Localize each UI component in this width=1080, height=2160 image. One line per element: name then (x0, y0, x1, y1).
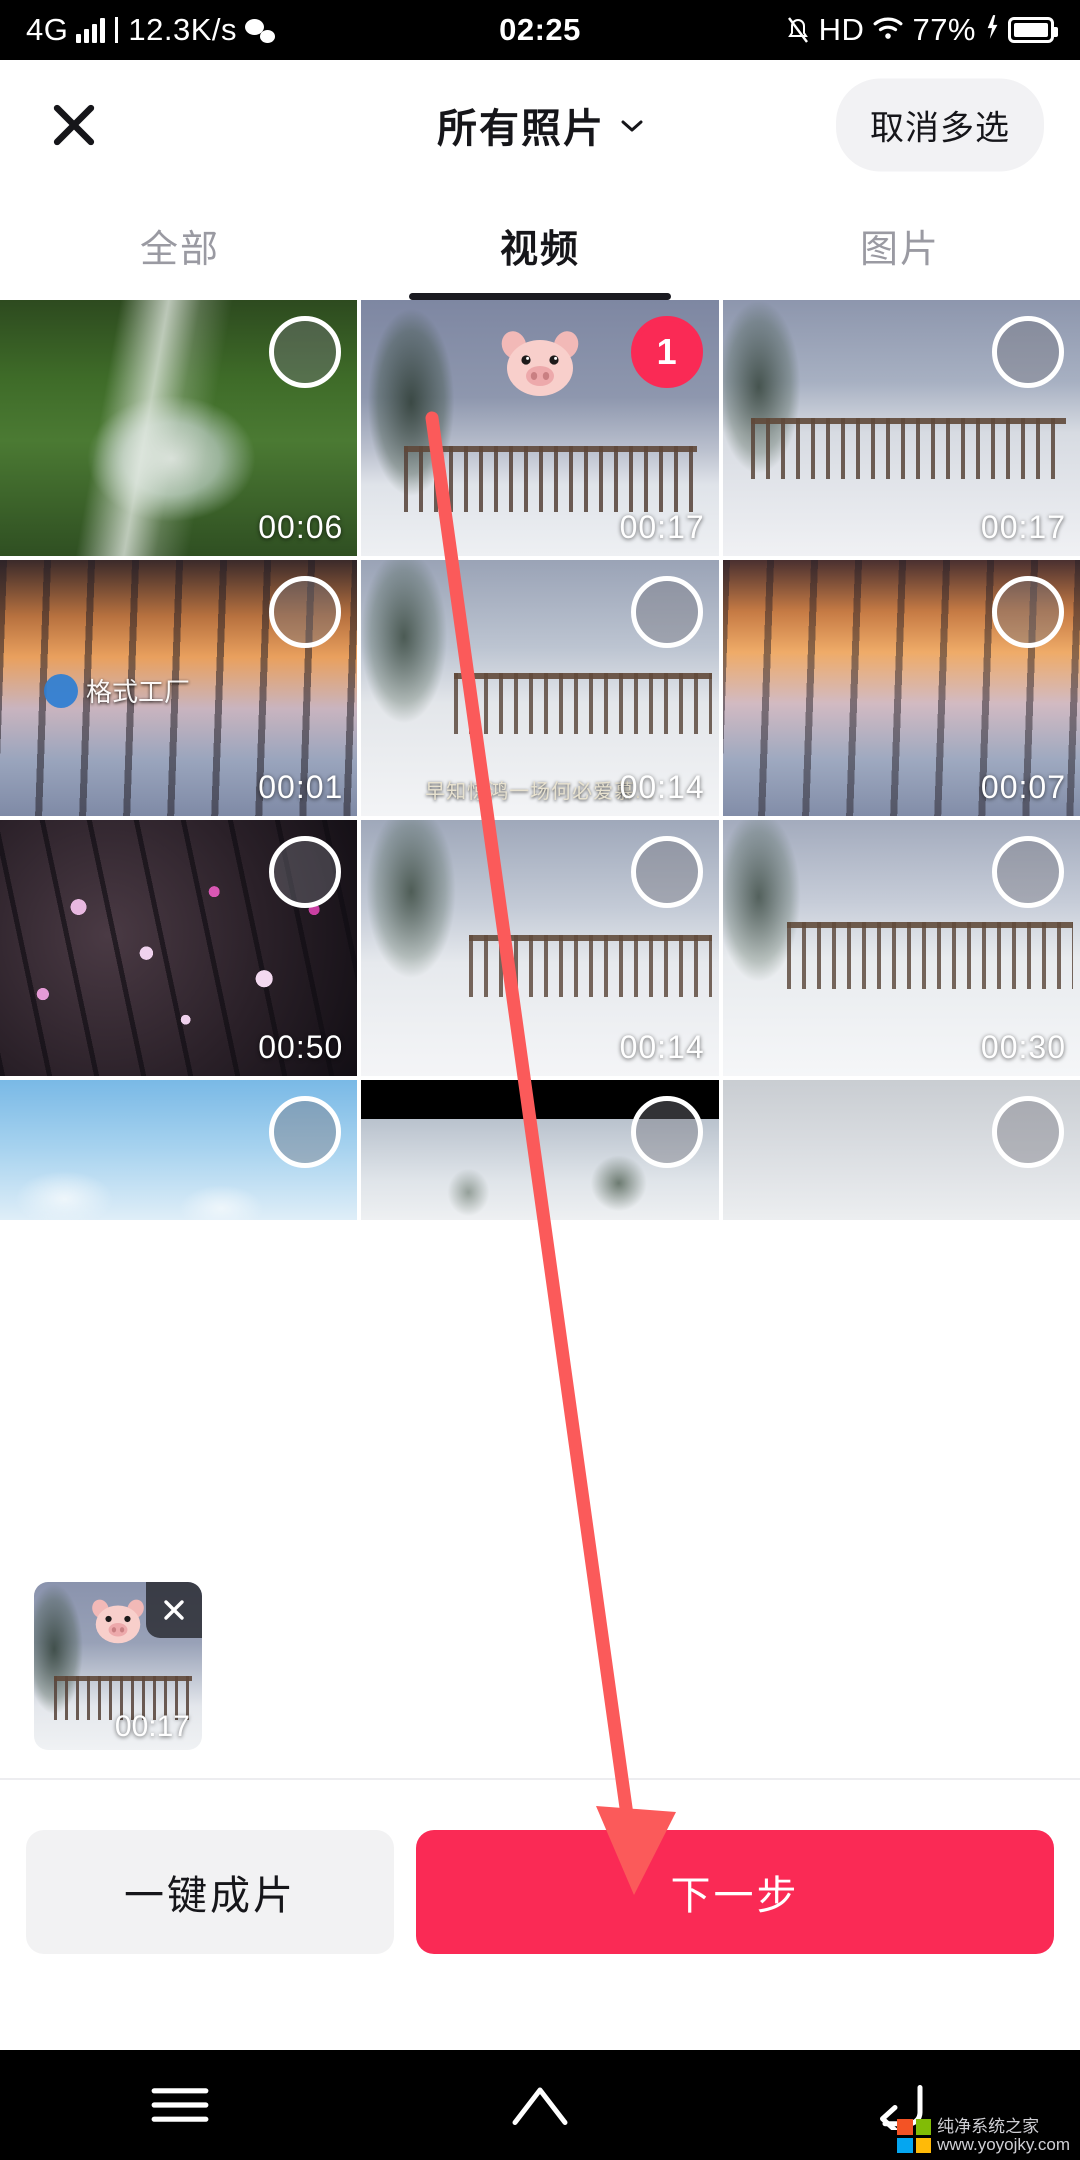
charging-icon (985, 12, 999, 48)
cancel-multiselect-button[interactable]: 取消多选 (836, 78, 1044, 172)
select-circle[interactable] (992, 1096, 1064, 1168)
signal-divider (115, 17, 119, 43)
table-row[interactable]: 00:06 (0, 300, 358, 556)
watermark-text: 纯净系统之家 www.yoyojky.com (937, 2118, 1070, 2154)
format-factory-watermark: 格式工厂 (44, 672, 190, 709)
table-row[interactable]: 早知惊鸿一场何必爱慕... 00:14 (361, 560, 719, 816)
duration-label: 00:50 (258, 1029, 344, 1065)
media-grid: 00:06 1 00:17 00:17 格式工厂 00:01 早知惊鸿一场何必爱… (0, 300, 1080, 1220)
remove-selection-icon[interactable] (146, 1582, 202, 1638)
tray-divider (0, 1778, 1080, 1780)
bridge-railing (454, 672, 712, 735)
duration-label: 00:14 (619, 769, 705, 805)
page-title: 所有照片 (437, 107, 605, 151)
duration-label: 00:01 (258, 769, 344, 805)
selected-tray: 00:17 (0, 1560, 1080, 1780)
format-factory-icon (44, 673, 78, 708)
pig-emoji-icon (497, 326, 583, 400)
hd-label: HD (818, 12, 865, 47)
menu-icon[interactable] (142, 2067, 218, 2143)
site-watermark: 纯净系统之家 www.yoyojky.com (897, 2118, 1070, 2154)
wechat-icon (244, 17, 275, 43)
signal-bars-icon (76, 17, 106, 43)
select-circle[interactable] (630, 836, 703, 908)
duration-label: 00:17 (619, 509, 705, 545)
next-step-button[interactable]: 下一步 (416, 1830, 1054, 1954)
phone-screen: 4G 12.3K/s 02:25 HD 77% 所有照片 取消多选 全部 视频 … (0, 0, 1080, 2160)
network-type-label: 4G (26, 12, 69, 47)
duration-label: 00:14 (619, 1029, 705, 1065)
home-icon[interactable] (502, 2067, 578, 2143)
table-row[interactable]: 1 00:17 (361, 300, 719, 556)
duration-label: 00:17 (114, 1710, 190, 1743)
tab-image[interactable]: 图片 (720, 190, 1080, 300)
bridge-railing (404, 445, 698, 513)
table-row[interactable]: 00:14 (361, 820, 719, 1076)
chevron-down-icon (621, 119, 643, 132)
select-circle[interactable] (269, 316, 342, 388)
select-circle[interactable] (269, 836, 342, 908)
mute-icon (786, 16, 810, 44)
windows-logo-icon (897, 2119, 932, 2154)
bridge-railing (468, 935, 712, 997)
select-circle[interactable] (630, 1096, 703, 1168)
table-row[interactable] (361, 1080, 719, 1220)
watermark-line1: 纯净系统之家 (937, 2117, 1040, 2137)
sheet-header: 所有照片 取消多选 (0, 60, 1080, 190)
picker-sheet: 所有照片 取消多选 全部 视频 图片 00:06 1 00:17 00:17 格… (0, 60, 1080, 2070)
select-circle[interactable] (992, 316, 1064, 388)
select-circle[interactable] (269, 576, 342, 648)
bridge-railing (751, 417, 1066, 480)
table-row[interactable]: 格式工厂 00:01 (0, 560, 358, 816)
duration-label: 00:07 (980, 769, 1066, 805)
status-bar: 4G 12.3K/s 02:25 HD 77% (0, 0, 1080, 60)
bridge-railing (786, 922, 1073, 989)
table-row[interactable]: 00:50 (0, 820, 358, 1076)
duration-label: 00:06 (258, 509, 344, 545)
status-left: 4G 12.3K/s (26, 12, 275, 48)
duration-label: 00:17 (980, 509, 1066, 545)
table-row[interactable] (0, 1080, 358, 1220)
watermark-label: 格式工厂 (86, 677, 191, 707)
table-row[interactable]: 00:17 (722, 300, 1080, 556)
tab-video[interactable]: 视频 (360, 190, 720, 300)
wifi-icon (873, 12, 903, 48)
select-circle[interactable] (630, 576, 703, 648)
watermark-line2: www.yoyojky.com (937, 2135, 1070, 2155)
network-speed-label: 12.3K/s (128, 12, 237, 47)
status-right: HD 77% (786, 12, 1058, 48)
battery-percent-label: 77% (912, 12, 976, 47)
table-row[interactable]: 00:07 (722, 560, 1080, 816)
media-type-tabs: 全部 视频 图片 (0, 190, 1080, 300)
select-circle[interactable] (992, 576, 1064, 648)
select-circle[interactable] (992, 836, 1064, 908)
bottom-actions: 一键成片 下一步 (0, 1802, 1080, 1982)
select-circle[interactable] (269, 1096, 342, 1168)
duration-label: 00:30 (980, 1029, 1066, 1065)
battery-icon (1008, 17, 1058, 43)
table-row[interactable]: 00:30 (722, 820, 1080, 1076)
selected-thumbnail[interactable]: 00:17 (34, 1582, 202, 1750)
tab-all[interactable]: 全部 (0, 190, 360, 300)
select-badge[interactable]: 1 (630, 316, 703, 388)
one-click-movie-button[interactable]: 一键成片 (26, 1830, 394, 1954)
pig-emoji-icon (89, 1596, 147, 1646)
table-row[interactable] (722, 1080, 1080, 1220)
